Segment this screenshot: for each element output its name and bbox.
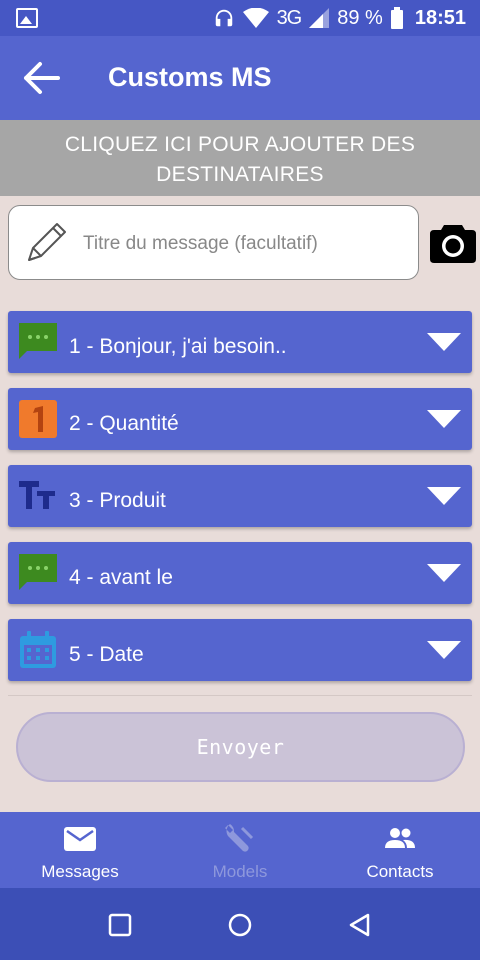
tab-label: Messages (41, 862, 119, 881)
chevron-down-icon[interactable] (427, 410, 461, 428)
tab-contacts[interactable]: Contacts (320, 812, 480, 888)
message-title-field[interactable] (8, 205, 419, 280)
tab-models[interactable]: Models (160, 812, 320, 888)
field-row-4[interactable]: 4 - avant le (8, 542, 472, 604)
page-title: Customs MS (108, 62, 272, 92)
status-bar: 3G 89 % 18:51 (0, 0, 480, 36)
field-row-5[interactable]: 5 - Date (8, 619, 472, 681)
mail-icon (64, 827, 96, 851)
arrow-left-icon[interactable] (22, 60, 62, 96)
send-button[interactable]: Envoyer (16, 712, 465, 782)
field-label: 3 - Produit (69, 489, 166, 512)
field-label: 5 - Date (69, 643, 144, 666)
chat-bubble-icon (19, 323, 57, 359)
chevron-down-icon[interactable] (427, 487, 461, 505)
message-title-input[interactable] (83, 224, 403, 264)
field-row-1[interactable]: 1 - Bonjour, j'ai besoin.. (8, 311, 472, 373)
wrench-icon (225, 824, 254, 852)
network-type: 3G (276, 6, 303, 29)
send-button-label: Envoyer (196, 735, 285, 759)
number-one-icon (19, 400, 57, 438)
text-format-icon (19, 481, 55, 509)
signal-icon (309, 8, 330, 28)
app-bar: Customs MS (0, 36, 480, 120)
bottom-nav: Messages Models Contacts (0, 812, 480, 888)
recents-icon[interactable] (107, 912, 133, 938)
home-icon[interactable] (227, 912, 253, 938)
field-label: 2 - Quantité (69, 412, 179, 435)
battery-icon (390, 7, 403, 29)
wifi-icon (242, 8, 269, 28)
chat-bubble-icon (19, 554, 57, 590)
divider (8, 695, 472, 696)
chevron-down-icon[interactable] (427, 564, 461, 582)
chevron-down-icon[interactable] (427, 333, 461, 351)
headphones-icon (215, 9, 232, 27)
tab-label: Contacts (366, 862, 434, 881)
calendar-icon (20, 631, 56, 668)
chevron-down-icon[interactable] (427, 641, 461, 659)
field-row-3[interactable]: 3 - Produit (8, 465, 472, 527)
pencil-icon (28, 223, 66, 261)
status-bar-right: 3G 89 % 18:51 (213, 5, 466, 31)
tab-messages[interactable]: Messages (0, 812, 160, 888)
add-recipients-button[interactable]: CLIQUEZ ICI POUR AJOUTER DES DESTINATAIR… (0, 120, 480, 196)
battery-percent: 89 % (337, 6, 383, 29)
field-row-2[interactable]: 2 - Quantité (8, 388, 472, 450)
image-icon (16, 8, 38, 28)
field-label: 1 - Bonjour, j'ai besoin.. (69, 335, 287, 358)
field-label: 4 - avant le (69, 566, 173, 589)
camera-icon[interactable] (430, 221, 476, 263)
add-recipients-label: CLIQUEZ ICI POUR AJOUTER DES DESTINATAIR… (64, 133, 416, 186)
people-icon (385, 828, 415, 848)
system-nav-bar (0, 888, 480, 960)
tab-label: Models (212, 862, 268, 881)
status-time: 18:51 (414, 6, 466, 29)
back-nav-icon[interactable] (347, 912, 373, 938)
